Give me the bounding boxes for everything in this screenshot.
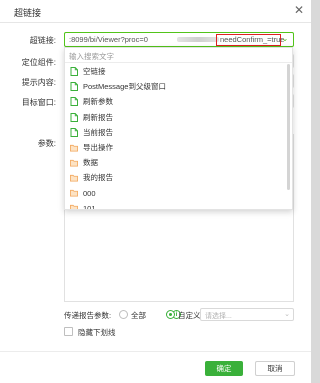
dropdown-scrollbar[interactable]: [287, 64, 290, 190]
radio-all[interactable]: [119, 310, 128, 319]
folder-icon: [70, 143, 78, 152]
hide-underline-label: 隐藏下划线: [78, 328, 116, 337]
folder-icon: [70, 173, 78, 182]
dropdown-item-label: 导出操作: [83, 143, 113, 153]
param-select[interactable]: 请选择... ⌄: [200, 308, 294, 321]
dropdown-item-label: 我的报告: [83, 173, 113, 183]
close-icon[interactable]: ✕: [293, 4, 305, 16]
label-params: 参数:: [37, 139, 56, 148]
hyperlink-dialog: 超链接 ✕ 超链接: 定位组件: 提示内容: 目标窗口: 参数: :8099/b…: [0, 0, 311, 383]
dropdown-item[interactable]: 我的报告: [65, 170, 285, 185]
pending-params-label: 传递报告参数:: [64, 311, 112, 320]
file-icon: [70, 112, 78, 122]
dropdown-item[interactable]: 000: [65, 186, 285, 201]
param-select-placeholder: 请选择...: [205, 313, 232, 320]
dialog-title: 超链接: [14, 8, 42, 18]
label-locate-component: 定位组件:: [21, 58, 56, 67]
folder-icon: [70, 189, 78, 198]
title-divider: [0, 22, 311, 23]
dropdown-item-label: 000: [83, 188, 96, 198]
dropdown-item-label: 刷新报告: [83, 112, 113, 122]
dropdown-search-divider: [65, 62, 292, 63]
dropdown-item-label: 当前报告: [83, 127, 113, 137]
dropdown-search-input[interactable]: 输入搜索文字: [69, 51, 114, 62]
radio-custom-label: 自定义: [178, 311, 201, 320]
blurred-url-segment: [177, 37, 219, 42]
footer-divider: [0, 351, 311, 352]
dropdown-item[interactable]: 空链接: [65, 64, 285, 79]
radio-custom[interactable]: [166, 310, 175, 319]
folder-icon: [70, 158, 78, 167]
dropdown-item[interactable]: 导出操作: [65, 140, 285, 155]
chevron-down-icon[interactable]: ⌄: [280, 34, 290, 44]
dropdown-list: 空链接 PostMessage到父级窗口 刷新参数刷新报告当前报告导出操作数据我的报…: [65, 64, 285, 210]
file-icon: [70, 67, 78, 77]
dropdown-item-label: 空链接: [83, 67, 106, 77]
radio-all-label: 全部: [131, 311, 146, 320]
label-hint-content: 提示内容:: [21, 78, 56, 87]
hyperlink-dropdown: 输入搜索文字 空链接 PostMessage到父级窗口 刷新参数刷新报告当前报告导出…: [64, 47, 293, 210]
dropdown-item-label: 数据: [83, 158, 98, 168]
dropdown-item-label: 刷新参数: [83, 97, 113, 107]
dropdown-item[interactable]: 刷新报告: [65, 110, 285, 125]
dropdown-item[interactable]: 当前报告: [65, 125, 285, 140]
dropdown-item[interactable]: 101: [65, 201, 285, 210]
folder-icon: [70, 204, 78, 209]
dropdown-item-label: 101: [83, 203, 96, 210]
label-hyperlink: 超链接:: [29, 36, 56, 45]
highlighted-url-text: needConfirm_=true: [220, 35, 285, 44]
hyperlink-value: :8099/bi/Viewer?proc=0: [69, 35, 148, 44]
dropdown-item[interactable]: 刷新参数: [65, 94, 285, 109]
ok-button[interactable]: 确定: [205, 361, 243, 376]
cancel-button[interactable]: 取消: [255, 361, 295, 376]
file-icon: [70, 82, 78, 92]
dropdown-item-label: PostMessage到父级窗口: [83, 82, 166, 92]
hyperlink-input[interactable]: :8099/bi/Viewer?proc=0 needConfirm_=true…: [64, 32, 294, 47]
dropdown-item[interactable]: 数据: [65, 155, 285, 170]
chevron-down-icon: ⌄: [284, 311, 290, 318]
file-icon: [70, 127, 78, 137]
file-icon: [70, 97, 78, 107]
highlighted-url-param: needConfirm_=true: [216, 34, 285, 46]
label-target-window: 目标窗口:: [21, 98, 56, 107]
dropdown-item[interactable]: PostMessage到父级窗口: [65, 79, 285, 94]
hide-underline-checkbox[interactable]: [64, 327, 73, 336]
